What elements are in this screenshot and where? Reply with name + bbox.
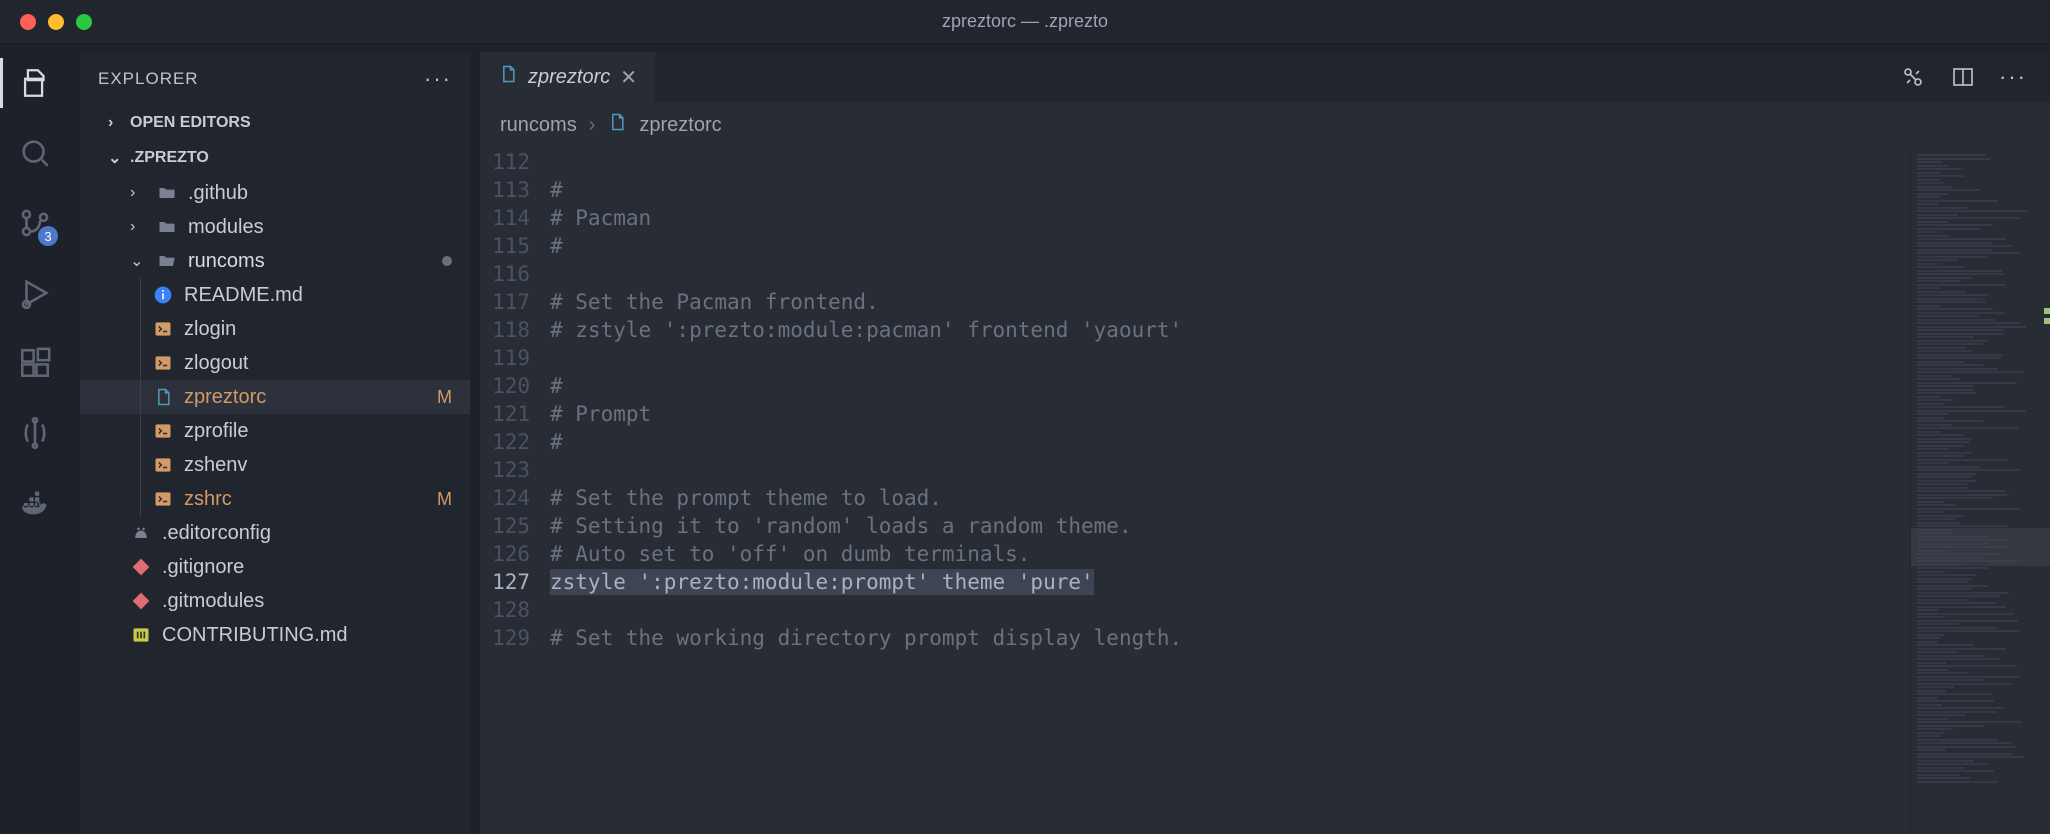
tree-file-selected[interactable]: zpreztorc M <box>80 380 470 414</box>
tree-file[interactable]: zlogout <box>80 346 470 380</box>
folder-icon <box>156 183 178 203</box>
sidebar-title: EXPLORER <box>98 69 199 89</box>
window-close-button[interactable] <box>20 14 36 30</box>
docker-icon[interactable] <box>18 486 52 520</box>
extensions-icon[interactable] <box>18 346 52 380</box>
code-content[interactable]: ## Pacman## Set the Pacman frontend.# zs… <box>550 148 1910 834</box>
workspace-section[interactable]: ⌄ .ZPREZTO <box>80 140 470 176</box>
minimap[interactable] <box>1910 148 2050 834</box>
tree-file[interactable]: .gitignore <box>80 550 470 584</box>
explorer-sidebar: EXPLORER ··· › OPEN EDITORS ⌄ .ZPREZTO ›… <box>80 52 470 834</box>
editor-area: zpreztorc ✕ ··· runcoms › <box>480 52 2050 834</box>
compare-changes-icon[interactable] <box>1900 64 1926 90</box>
folder-open-icon <box>156 251 178 271</box>
shell-file-icon <box>152 353 174 373</box>
git-status-m: M <box>437 387 470 408</box>
tree-file[interactable]: CONTRIBUTING.md <box>80 618 470 652</box>
search-icon[interactable] <box>18 136 52 170</box>
tree-file[interactable]: zshenv <box>80 448 470 482</box>
more-actions-icon[interactable]: ··· <box>2000 64 2026 90</box>
source-control-icon[interactable]: 3 <box>18 206 52 240</box>
breadcrumb-file[interactable]: zpreztorc <box>639 114 721 137</box>
git-graph-icon[interactable] <box>18 416 52 450</box>
split-editor-icon[interactable] <box>1950 64 1976 90</box>
file-icon <box>498 64 518 90</box>
dirty-dot-icon <box>442 256 452 266</box>
window-title: zpreztorc — .zprezto <box>942 11 1108 32</box>
folder-icon <box>156 217 178 237</box>
breadcrumb[interactable]: runcoms › zpreztorc <box>480 102 2050 148</box>
tree-file[interactable]: zlogin <box>80 312 470 346</box>
markdown-file-icon <box>130 625 152 645</box>
open-editors-section[interactable]: › OPEN EDITORS <box>80 106 470 140</box>
tree-file[interactable]: zprofile <box>80 414 470 448</box>
code-editor[interactable]: 1121131141151161171181191201211221231241… <box>480 148 2050 834</box>
tabs-row: zpreztorc ✕ ··· <box>480 52 2050 102</box>
minimap-change-marker <box>2044 308 2050 314</box>
activity-bar: 3 <box>0 44 70 834</box>
tree-file[interactable]: .gitmodules <box>80 584 470 618</box>
chevron-right-icon: › <box>589 114 596 137</box>
file-icon <box>152 387 174 407</box>
tab-label: zpreztorc <box>528 66 610 89</box>
tree-folder[interactable]: › .github <box>80 176 470 210</box>
shell-file-icon <box>152 319 174 339</box>
minimap-change-marker <box>2044 318 2050 324</box>
sidebar-menu-icon[interactable]: ··· <box>424 66 452 92</box>
shell-file-icon <box>152 421 174 441</box>
line-gutter: 1121131141151161171181191201211221231241… <box>480 148 550 834</box>
tree-folder[interactable]: › modules <box>80 210 470 244</box>
file-icon <box>607 112 627 138</box>
tree-file[interactable]: .editorconfig <box>80 516 470 550</box>
tree-file[interactable]: README.md <box>80 278 470 312</box>
titlebar: zpreztorc — .zprezto <box>0 0 2050 44</box>
window-zoom-button[interactable] <box>76 14 92 30</box>
workspace-root-label: .ZPREZTO <box>130 149 209 167</box>
scm-badge: 3 <box>38 226 58 246</box>
editorconfig-icon <box>130 523 152 543</box>
shell-file-icon <box>152 455 174 475</box>
shell-file-icon <box>152 489 174 509</box>
tree-folder-open[interactable]: ⌄ runcoms <box>80 244 470 278</box>
close-tab-icon[interactable]: ✕ <box>620 65 637 90</box>
file-tree: › .github › modules ⌄ <box>80 176 470 834</box>
window-minimize-button[interactable] <box>48 14 64 30</box>
git-file-icon <box>130 591 152 611</box>
open-editors-label: OPEN EDITORS <box>130 114 251 132</box>
breadcrumb-folder[interactable]: runcoms <box>500 114 577 137</box>
git-status-m: M <box>437 489 470 510</box>
run-debug-icon[interactable] <box>18 276 52 310</box>
editor-tab[interactable]: zpreztorc ✕ <box>480 52 655 102</box>
explorer-icon[interactable] <box>18 66 52 100</box>
tree-file[interactable]: zshrc M <box>80 482 470 516</box>
info-file-icon <box>152 285 174 305</box>
git-file-icon <box>130 557 152 577</box>
